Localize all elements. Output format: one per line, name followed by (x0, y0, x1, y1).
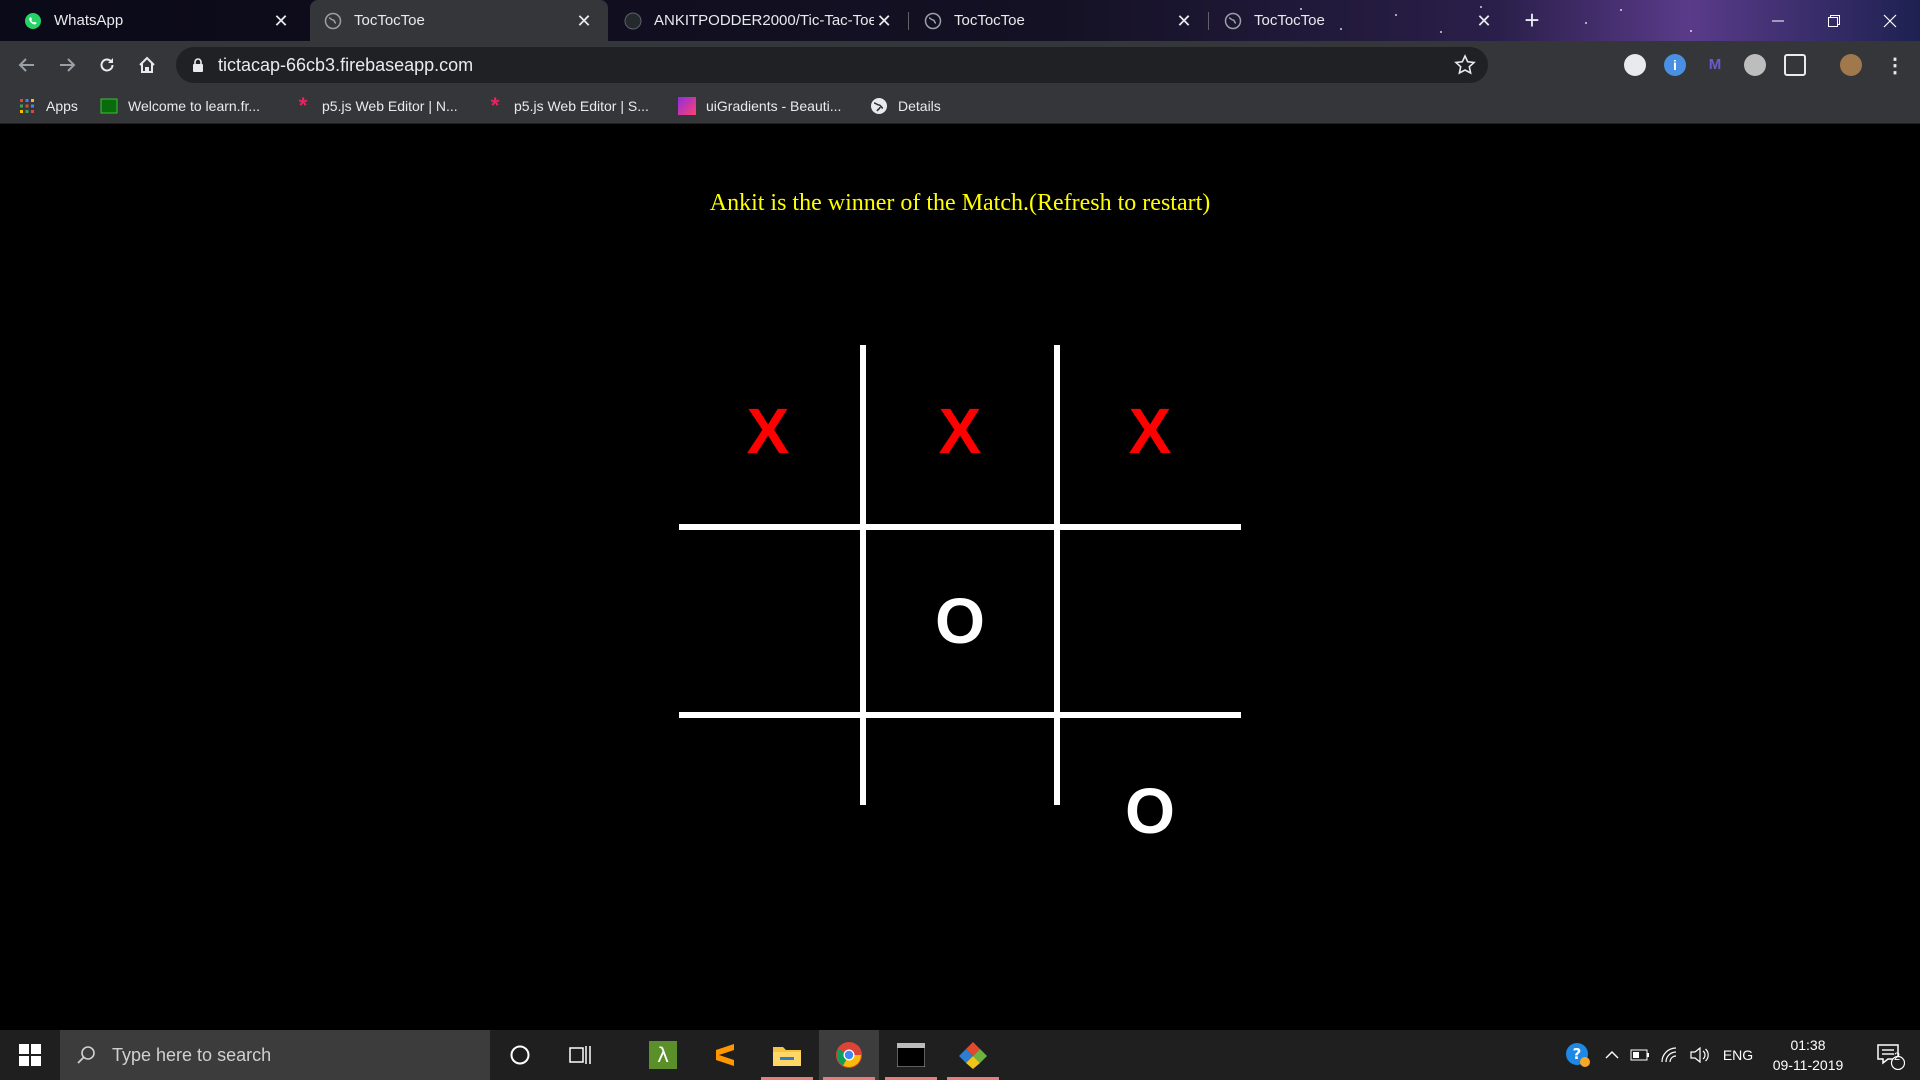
bookmark-p5js-2[interactable]: * p5.js Web Editor | S... (486, 93, 649, 118)
eyedropper-extension-icon[interactable] (1784, 54, 1806, 76)
tab-toctoctoe-active[interactable]: TocTocToe ✕ (310, 0, 608, 41)
sublime-text-icon[interactable] (695, 1030, 755, 1080)
board-cell-0-1[interactable]: X (865, 338, 1055, 524)
close-icon[interactable]: ✕ (1474, 11, 1494, 31)
close-icon[interactable]: ✕ (1174, 11, 1194, 31)
forward-button[interactable] (52, 50, 82, 80)
close-icon[interactable]: ✕ (271, 11, 291, 31)
taskbar: Type here to search λ ? ENG 01:38 09-11-… (0, 1030, 1920, 1080)
chrome-taskbar-icon[interactable] (819, 1030, 879, 1080)
info-extension-icon[interactable]: i (1664, 54, 1686, 76)
bookmark-label: Welcome to learn.fr... (128, 98, 261, 114)
bookmark-learn[interactable]: Welcome to learn.fr... (100, 94, 260, 118)
taskbar-search-box[interactable]: Type here to search (60, 1030, 490, 1080)
task-view-button[interactable] (550, 1030, 610, 1080)
close-icon[interactable]: ✕ (874, 11, 894, 31)
globe-icon (324, 12, 342, 30)
board-cell-1-2[interactable] (1055, 528, 1245, 714)
bookmark-p5js-1[interactable]: * p5.js Web Editor | N... (294, 93, 458, 118)
tab-toctoctoe-3[interactable]: TocTocToe ✕ (1210, 0, 1508, 41)
bookmark-label: p5.js Web Editor | S... (514, 98, 649, 114)
minimize-button[interactable] (1750, 0, 1806, 41)
bookmarks-bar: Apps Welcome to learn.fr... * p5.js Web … (0, 88, 1920, 124)
tab-title: WhatsApp (54, 12, 124, 29)
clock-time: 01:38 (1790, 1037, 1826, 1053)
reload-button[interactable] (92, 50, 122, 80)
bookmark-label: uiGradients - Beauti... (706, 98, 842, 114)
menu-kebab-icon[interactable]: ⋮ (1880, 50, 1910, 80)
bookmark-apps[interactable]: Apps (18, 94, 78, 118)
close-window-button[interactable] (1862, 0, 1918, 41)
home-button[interactable] (132, 50, 162, 80)
git-gui-icon[interactable] (943, 1030, 1003, 1080)
tab-toctoctoe-2[interactable]: TocTocToe ✕ (910, 0, 1208, 41)
board-cell-0-0[interactable]: X (673, 338, 863, 524)
search-icon (74, 1043, 98, 1067)
board-cell-2-1[interactable] (865, 718, 1055, 904)
new-tab-button[interactable]: + (1518, 7, 1546, 35)
lambda-app-icon[interactable]: λ (633, 1030, 693, 1080)
help-tray-icon[interactable]: ? (1560, 1030, 1596, 1080)
learn-icon (100, 97, 118, 115)
timer-extension-icon[interactable] (1624, 54, 1646, 76)
tab-whatsapp[interactable]: WhatsApp ✕ (10, 0, 305, 41)
tab-title: TocTocToe (1254, 12, 1325, 29)
p5js-icon: * (490, 93, 500, 118)
game-page: Ankit is the winner of the Match.(Refres… (0, 124, 1920, 1030)
p5js-icon: * (298, 93, 308, 118)
incognito-extension-icon[interactable] (1744, 54, 1766, 76)
back-button[interactable] (12, 50, 42, 80)
url-text: tictacap-66cb3.firebaseapp.com (218, 54, 474, 75)
tab-title: TocTocToe (354, 12, 425, 29)
tab-title: TocTocToe (954, 12, 1025, 29)
svg-text:λ: λ (657, 1043, 669, 1067)
board-cell-0-2[interactable]: X (1055, 338, 1245, 524)
globe-icon (870, 97, 888, 115)
wifi-icon[interactable] (1656, 1030, 1684, 1080)
globe-icon (1224, 12, 1242, 30)
file-explorer-icon[interactable] (757, 1030, 817, 1080)
tic-tac-toe-board: X X X O O (0, 124, 1920, 1030)
globe-icon (924, 12, 942, 30)
browser-toolbar: tictacap-66cb3.firebaseapp.com i M ⋮ (0, 41, 1920, 88)
board-cell-2-0[interactable] (673, 718, 863, 904)
bookmark-label: Details (898, 98, 941, 114)
svg-text:?: ? (1573, 1045, 1582, 1063)
terminal-icon[interactable] (881, 1030, 941, 1080)
m-extension-icon[interactable]: M (1704, 54, 1726, 76)
tab-strip: WhatsApp ✕ TocTocToe ✕ ANKITPODDER2000/T… (0, 0, 1920, 41)
chevron-up-icon[interactable] (1600, 1030, 1624, 1080)
github-icon (624, 12, 642, 30)
restore-button[interactable] (1806, 0, 1862, 41)
board-cell-1-1[interactable]: O (865, 528, 1055, 714)
language-indicator[interactable]: ENG (1718, 1030, 1758, 1080)
close-icon[interactable]: ✕ (574, 11, 594, 31)
board-cell-1-0[interactable] (673, 528, 863, 714)
notification-count-badge: 2 (1893, 1051, 1901, 1063)
board-cell-2-2[interactable]: O (1055, 718, 1245, 904)
avatar[interactable] (1840, 54, 1862, 76)
bookmark-uigradients[interactable]: uiGradients - Beauti... (678, 94, 841, 118)
windows-start-button[interactable] (0, 1030, 60, 1080)
clock[interactable]: 01:38 09-11-2019 (1760, 1035, 1856, 1075)
bookmark-star-icon[interactable] (1454, 54, 1476, 76)
bookmark-label: Apps (46, 98, 78, 114)
notification-center-button[interactable]: 2 (1860, 1030, 1920, 1080)
address-bar[interactable]: tictacap-66cb3.firebaseapp.com (176, 47, 1488, 83)
clock-date: 09-11-2019 (1772, 1057, 1844, 1073)
lock-icon[interactable] (192, 58, 206, 72)
whatsapp-icon (24, 12, 42, 30)
bookmark-details[interactable]: Details (870, 94, 941, 118)
apps-grid-icon (18, 97, 36, 115)
cortana-button[interactable] (490, 1030, 550, 1080)
tab-github-repo[interactable]: ANKITPODDER2000/Tic-Tac-Toe ✕ (610, 0, 908, 41)
tab-title: ANKITPODDER2000/Tic-Tac-Toe (654, 12, 875, 29)
uigradients-icon (678, 97, 696, 115)
battery-icon[interactable] (1626, 1030, 1654, 1080)
volume-icon[interactable] (1686, 1030, 1714, 1080)
search-placeholder: Type here to search (112, 1044, 272, 1065)
bookmark-label: p5.js Web Editor | N... (322, 98, 458, 114)
